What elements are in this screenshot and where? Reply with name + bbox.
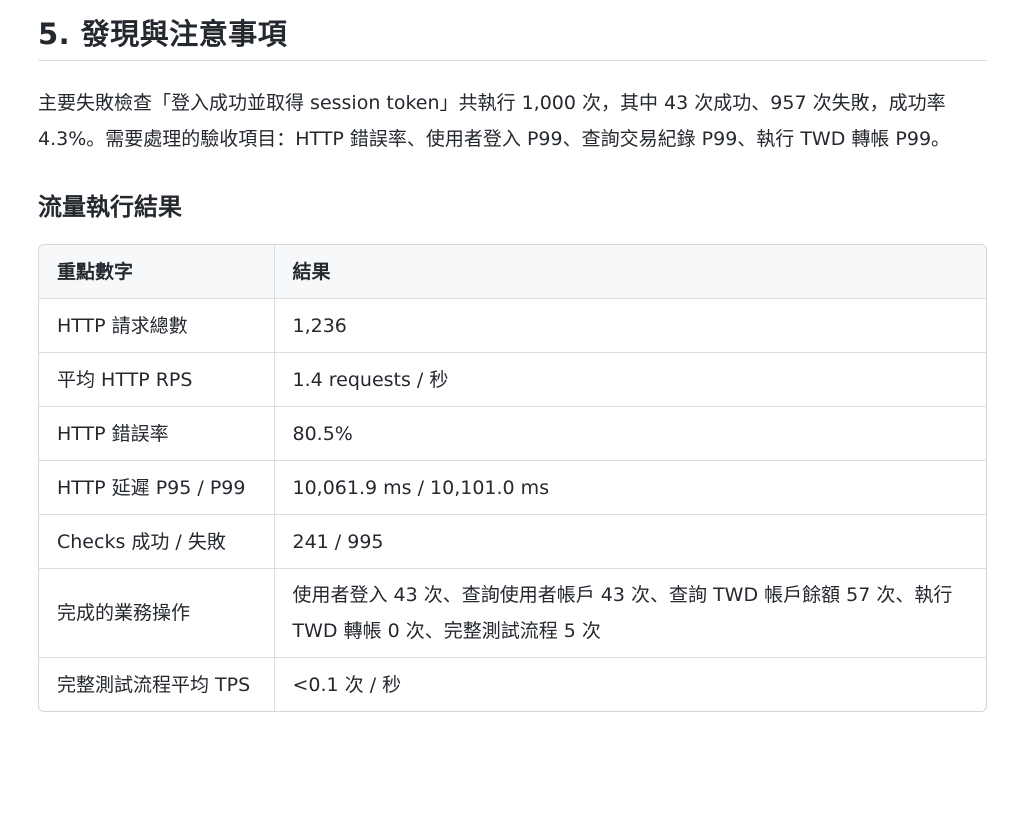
section-title: 5. 發現與注意事項 [38,17,288,51]
row-metric: Checks 成功 / 失敗 [39,514,275,569]
row-value: 1.4 requests / 秒 [274,352,986,407]
results-table-container: 重點數字 結果 HTTP 請求總數 1,236 平均 HTTP RPS 1.4 … [38,244,987,712]
row-metric: HTTP 延遲 P95 / P99 [39,460,275,515]
table-row: 完整測試流程平均 TPS <0.1 次 / 秒 [39,657,986,711]
row-value: <0.1 次 / 秒 [292,673,402,696]
table-row: HTTP 錯誤率 80.5% [39,406,986,461]
table-row: HTTP 延遲 P95 / P99 10,061.9 ms / 10,101.0… [39,460,986,515]
header-metric: 重點數字 [39,245,275,299]
row-metric: HTTP 錯誤率 [39,406,275,461]
table-row: 完成的業務操作 使用者登入 43 次、查詢使用者帳戶 43 次、查詢 TWD 帳… [39,568,986,658]
table-header-row: 重點數字 結果 [39,245,986,299]
section-divider [38,60,987,61]
row-metric: 完成的業務操作 [39,568,275,658]
table-row: Checks 成功 / 失敗 241 / 995 [39,514,986,569]
row-value: 使用者登入 43 次、查詢使用者帳戶 43 次、查詢 TWD 帳戶餘額 57 次… [274,568,986,658]
table-row: 平均 HTTP RPS 1.4 requests / 秒 [39,352,986,407]
header-result: 結果 [274,245,986,299]
findings-summary: 主要失敗檢查「登入成功並取得 session token」共執行 1,000 次… [38,92,951,150]
row-value: 10,061.9 ms / 10,101.0 ms [274,460,986,515]
row-value: 1,236 [274,298,986,353]
results-title: 流量執行結果 [38,193,182,221]
row-metric: 完整測試流程平均 TPS [39,657,275,711]
row-metric: HTTP 請求總數 [39,298,275,353]
row-metric: 平均 HTTP RPS [39,352,275,407]
report-page: 5. 發現與注意事項 主要失敗檢查「登入成功並取得 session token」… [0,0,1024,832]
table-row: HTTP 請求總數 1,236 [39,298,986,353]
row-value: 80.5% [274,406,986,461]
row-value: 241 / 995 [274,514,986,569]
results-table: 重點數字 結果 HTTP 請求總數 1,236 平均 HTTP RPS 1.4 … [39,245,986,711]
